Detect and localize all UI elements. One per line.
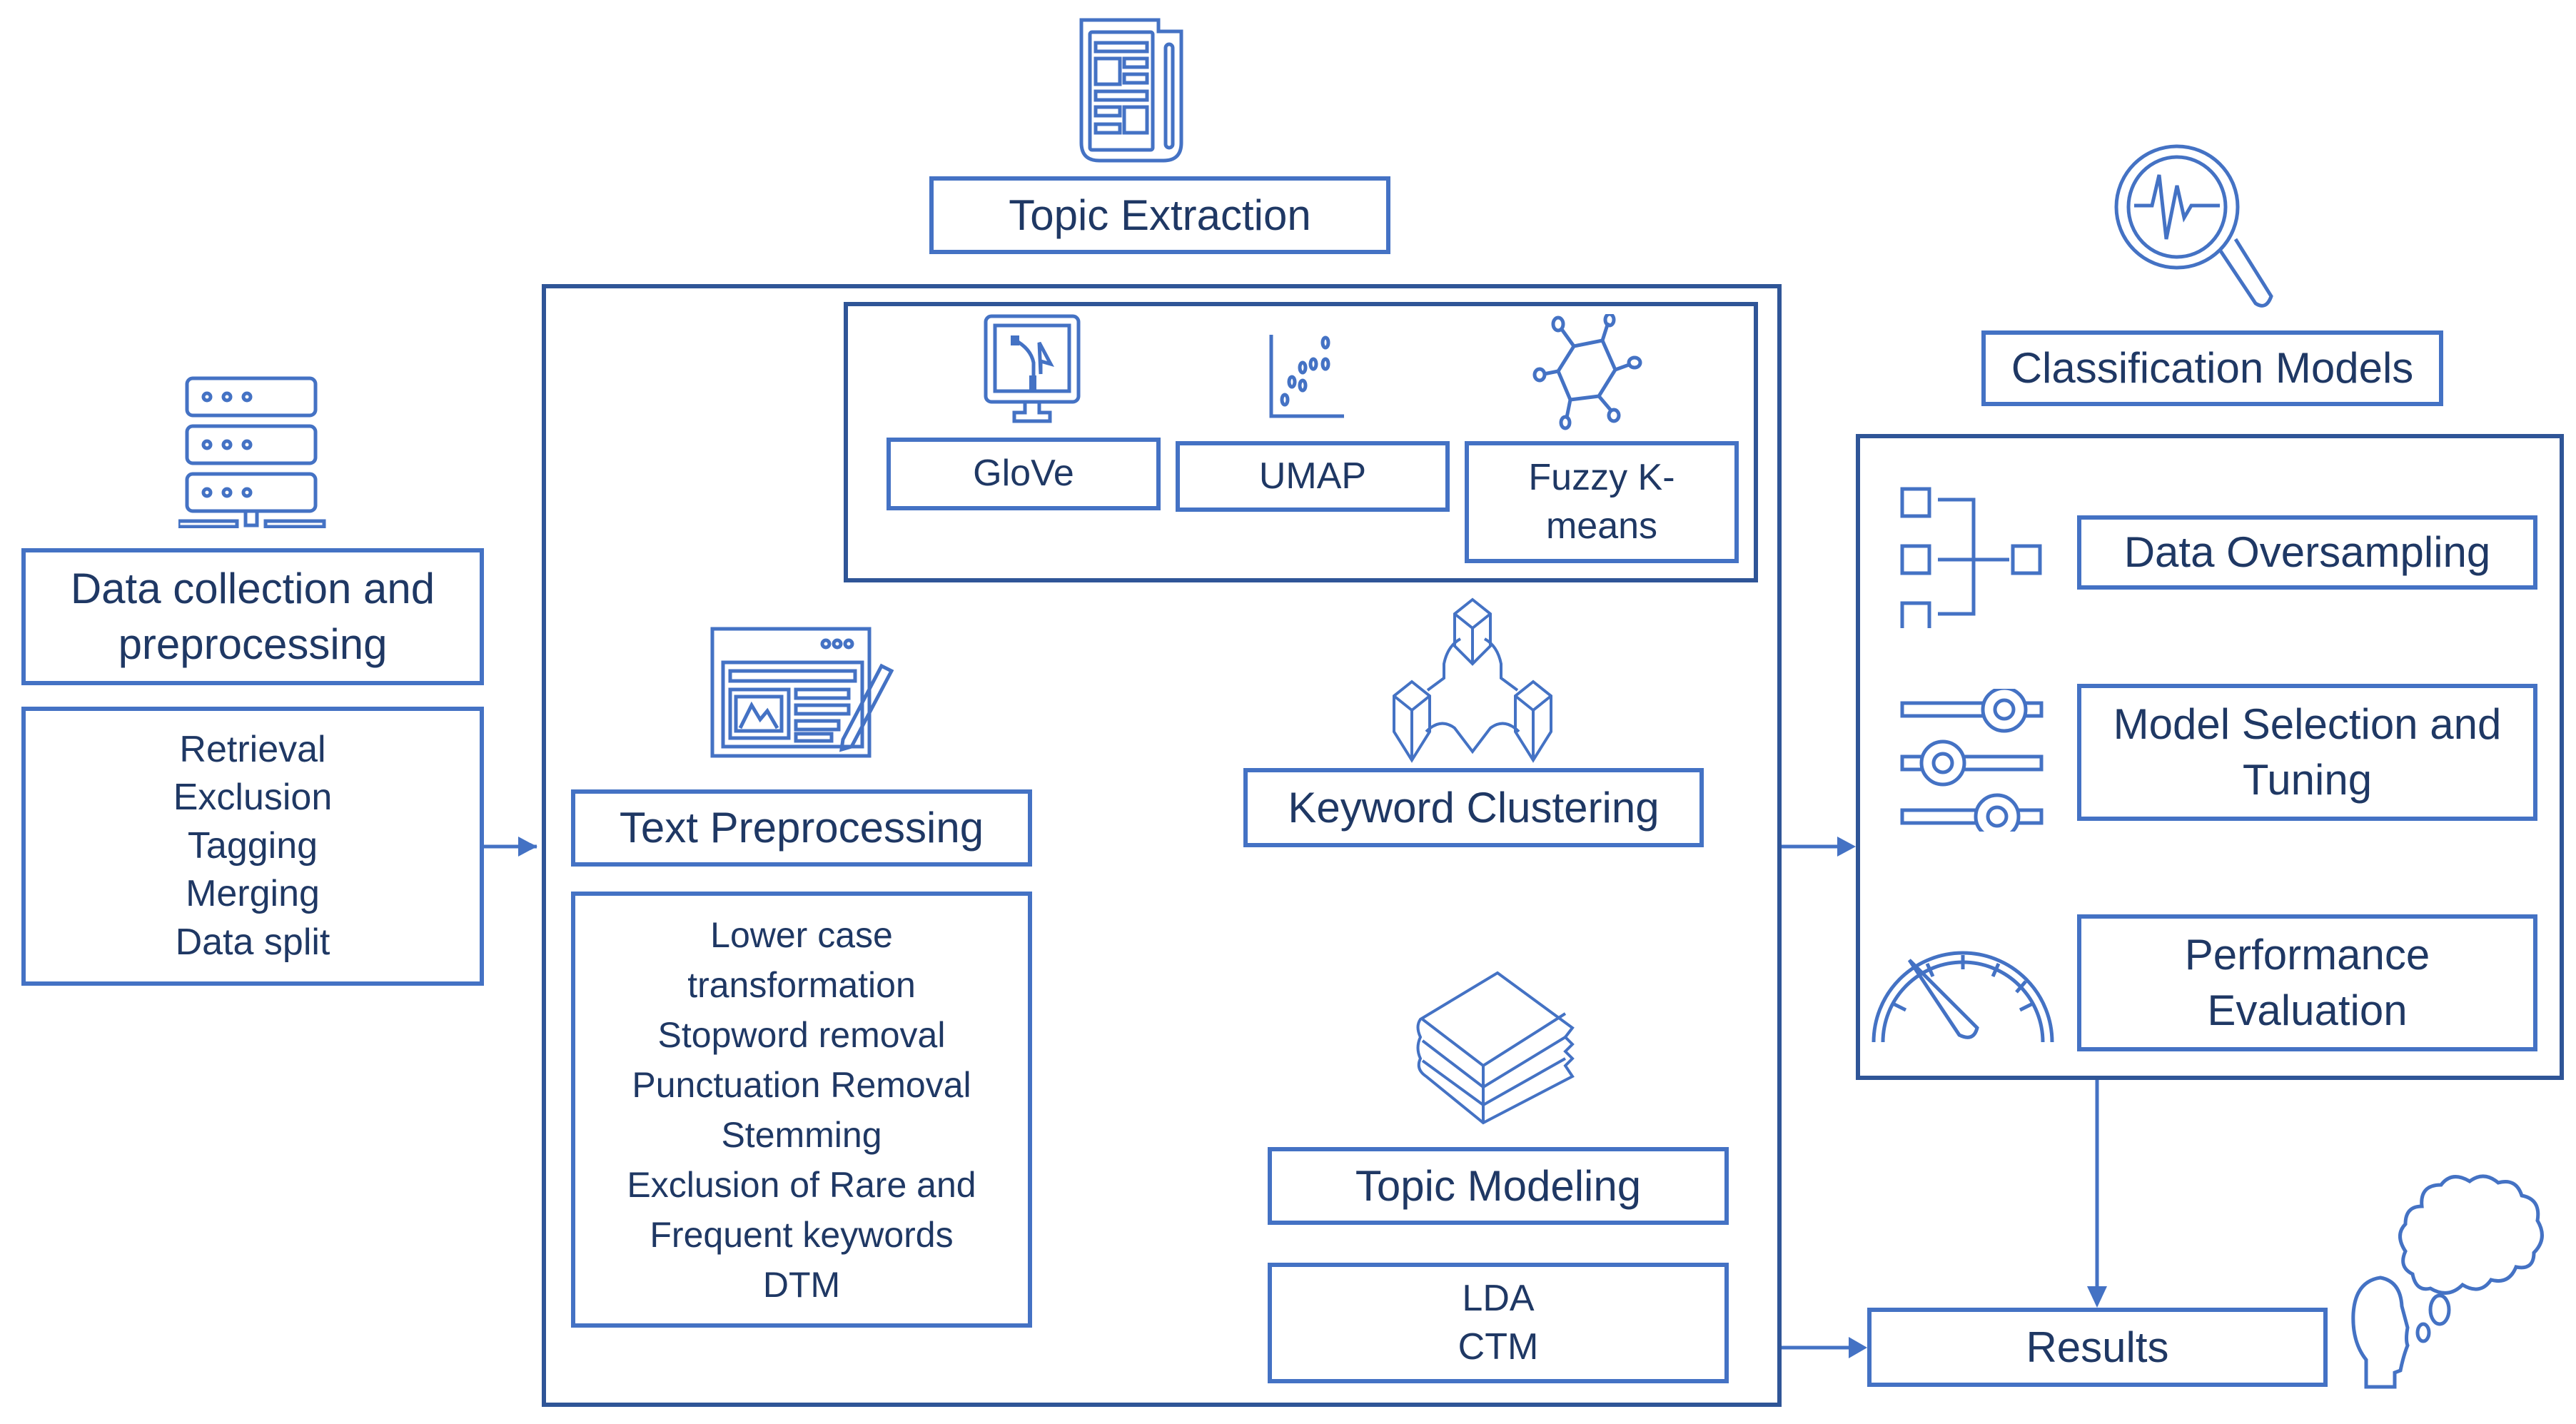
method-umap-label: UMAP [1258, 455, 1367, 497]
results-title: Results [2026, 1323, 2169, 1371]
step-merging: Merging [186, 873, 320, 915]
newspaper-icon [1079, 18, 1183, 163]
step-data-split: Data split [175, 921, 330, 963]
method-fuzzy-kmeans-box: Fuzzy K- means [1465, 441, 1739, 563]
performance-evaluation-box: Performance Evaluation [2077, 914, 2537, 1051]
server-icon [178, 376, 326, 528]
magnifier-pulse-icon [2114, 144, 2273, 308]
performance-label-line1: Performance [2184, 931, 2430, 979]
method-glove-box: GloVe [887, 438, 1161, 510]
prep-step: Stemming [721, 1114, 882, 1155]
classification-models-title-box: Classification Models [1981, 330, 2443, 406]
prep-step: transformation [687, 964, 916, 1005]
model-selection-label-line1: Model Selection and [2113, 700, 2502, 748]
prep-step: Exclusion of Rare and [627, 1164, 976, 1205]
thinking-head-icon [2351, 1174, 2544, 1389]
topic-extraction-title: Topic Extraction [1009, 191, 1311, 239]
data-collection-steps-box: Retrieval Exclusion Tagging Merging Data… [21, 707, 484, 986]
data-oversampling-label: Data Oversampling [2123, 528, 2491, 576]
results-box: Results [1867, 1308, 2328, 1387]
topic-extraction-title-box: Topic Extraction [929, 176, 1390, 254]
text-preprocessing-title: Text Preprocessing [619, 804, 984, 852]
topic-models-box: LDA CTM [1268, 1263, 1729, 1383]
method-fuzzy-label-line1: Fuzzy K- [1528, 456, 1675, 498]
monitor-vector-icon [984, 314, 1081, 423]
model-selection-box: Model Selection and Tuning [2077, 684, 2537, 821]
model-lda: LDA [1462, 1277, 1535, 1319]
gauge-icon [1872, 951, 2054, 1043]
model-selection-label-line2: Tuning [2242, 756, 2373, 804]
hierarchy-icon [1900, 487, 2042, 628]
topic-modeling-box: Topic Modeling [1268, 1147, 1729, 1225]
cluster-network-icon [1532, 314, 1642, 430]
classification-models-title: Classification Models [2011, 344, 2414, 392]
prep-step: Stopword removal [657, 1014, 946, 1055]
method-umap-box: UMAP [1176, 441, 1450, 512]
prep-step: Punctuation Removal [632, 1064, 971, 1105]
data-collection-title-line2: preprocessing [118, 620, 388, 668]
method-glove-label: GloVe [973, 453, 1074, 495]
topic-modeling-title: Topic Modeling [1355, 1161, 1642, 1210]
prep-step: Lower case [710, 914, 893, 955]
data-oversampling-box: Data Oversampling [2077, 515, 2537, 590]
step-exclusion: Exclusion [173, 777, 333, 819]
method-fuzzy-label-line2: means [1545, 505, 1658, 547]
model-ctm: CTM [1458, 1325, 1539, 1368]
text-preprocessing-steps-box: Lower case transformation Stopword remov… [571, 892, 1032, 1328]
keyword-clustering-title: Keyword Clustering [1288, 783, 1660, 832]
data-collection-box: Data collection and preprocessing [21, 548, 484, 685]
scatter-plot-icon [1269, 335, 1344, 418]
document-edit-icon [710, 627, 894, 758]
books-icon [1416, 971, 1575, 1125]
prep-step: DTM [762, 1264, 841, 1305]
keyword-clustering-box: Keyword Clustering [1243, 768, 1704, 847]
prep-step: Frequent keywords [650, 1214, 954, 1255]
sliders-icon [1900, 689, 2044, 832]
text-preprocessing-box: Text Preprocessing [571, 789, 1032, 867]
linked-cubes-icon [1393, 597, 1552, 763]
data-collection-title-line1: Data collection and [70, 565, 435, 612]
step-tagging: Tagging [187, 824, 318, 867]
step-retrieval: Retrieval [179, 728, 326, 770]
performance-label-line2: Evaluation [2207, 986, 2408, 1034]
